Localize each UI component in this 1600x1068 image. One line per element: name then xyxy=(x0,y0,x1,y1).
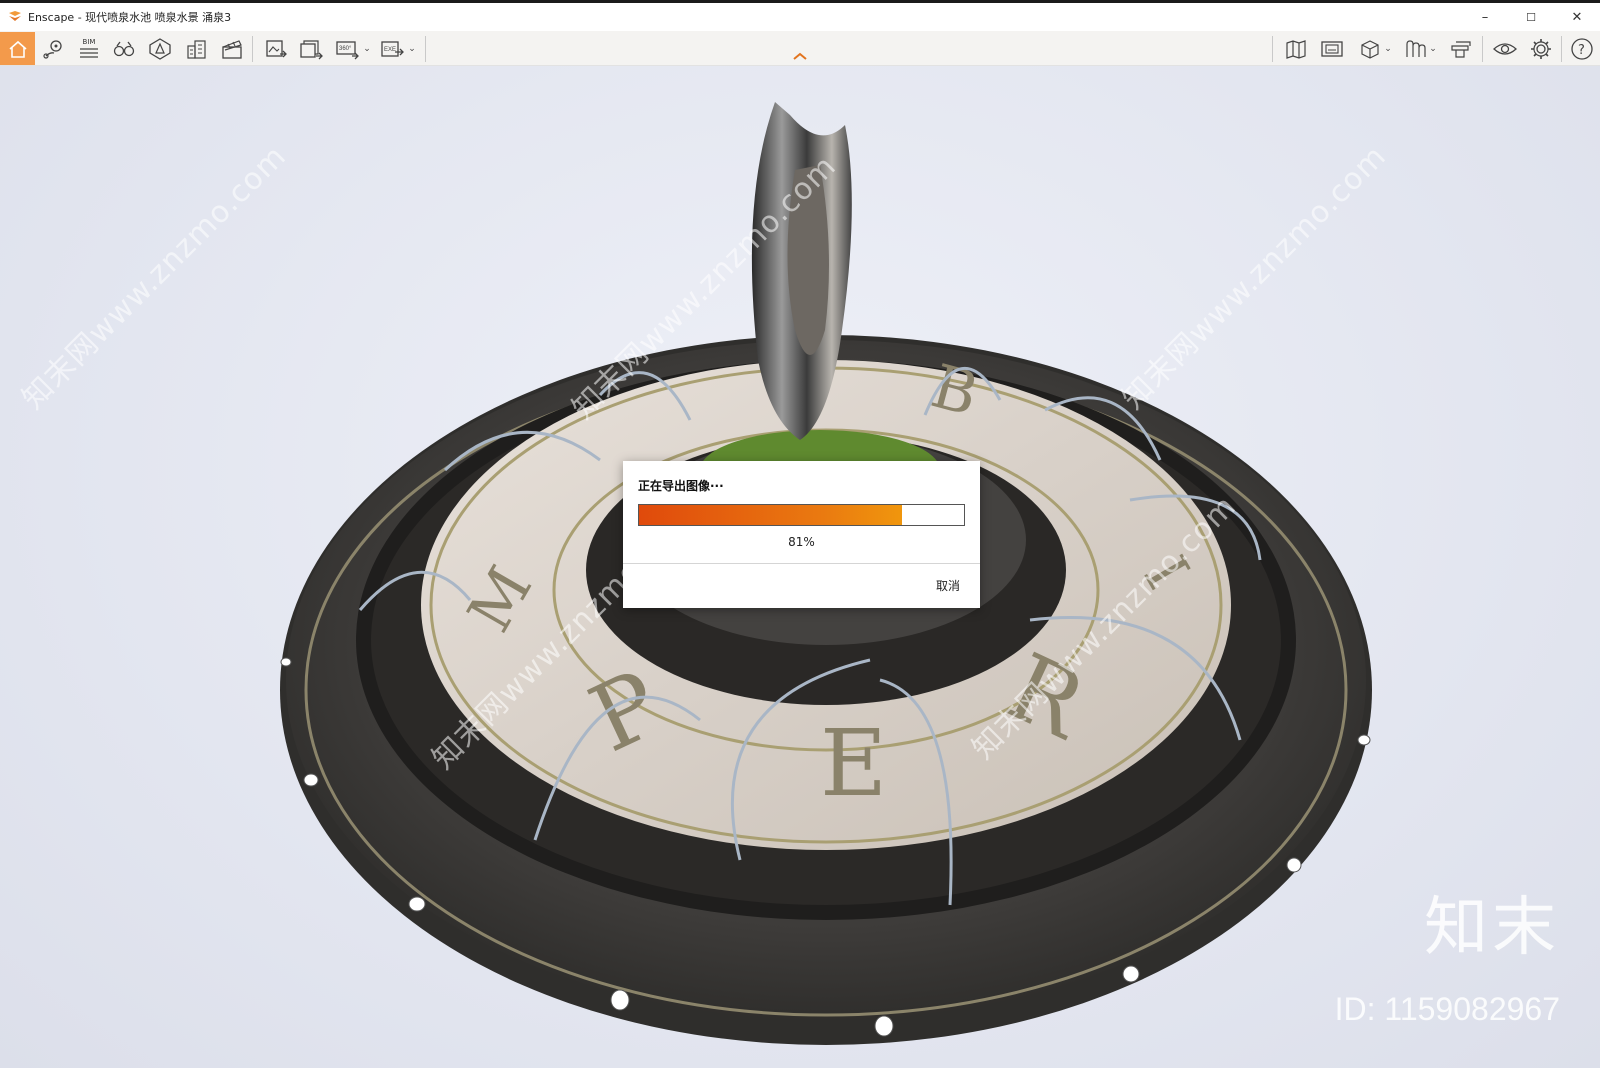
toolbar-separator xyxy=(1561,36,1562,62)
close-button[interactable]: ✕ xyxy=(1554,3,1600,31)
progress-bar xyxy=(638,504,965,526)
clapperboard-icon[interactable] xyxy=(218,32,246,65)
buildings-icon[interactable] xyxy=(183,32,211,65)
atlas-icon[interactable]: ⌄ xyxy=(1400,32,1440,65)
eye-icon[interactable] xyxy=(1490,32,1520,65)
toolbar-separator xyxy=(252,36,253,62)
maximize-button[interactable]: ☐ xyxy=(1508,3,1554,31)
dialog-title: 正在导出图像··· xyxy=(638,479,724,493)
help-icon[interactable]: ? xyxy=(1568,32,1596,65)
toolbar-separator xyxy=(1272,36,1273,62)
batch-render-icon[interactable] xyxy=(296,32,326,65)
window-title: Enscape - 现代喷泉水池 喷泉水景 涌泉3 xyxy=(28,11,232,24)
location-icon[interactable] xyxy=(40,32,68,65)
brand-watermark: 知末 xyxy=(1424,891,1560,965)
binoculars-icon[interactable] xyxy=(110,32,138,65)
svg-text:?: ? xyxy=(1578,43,1585,58)
chevron-down-icon[interactable]: ⌄ xyxy=(408,44,416,54)
id-watermark: ID: 1159082967 xyxy=(1334,991,1560,1027)
enscape-logo-icon xyxy=(9,11,21,21)
export-progress-dialog: 正在导出图像··· 81% 取消 xyxy=(623,461,980,608)
progress-percent: 81% xyxy=(788,535,815,549)
bim-label: BIM xyxy=(82,37,96,46)
chevron-down-icon[interactable]: ⌄ xyxy=(1384,44,1392,54)
map-icon[interactable] xyxy=(1282,32,1310,65)
asset-library-icon[interactable] xyxy=(145,32,175,65)
view-cube-icon[interactable]: ⌄ xyxy=(1355,32,1395,65)
title-bar: Enscape - 现代喷泉水池 喷泉水景 涌泉3 – ☐ ✕ xyxy=(0,3,1600,31)
chevron-down-icon[interactable]: ⌄ xyxy=(1429,44,1437,54)
capture-icon[interactable] xyxy=(1318,32,1346,65)
svg-text:360°: 360° xyxy=(339,46,352,52)
settings-icon[interactable] xyxy=(1527,32,1555,65)
toolbar-separator xyxy=(1482,36,1483,62)
collaboration-icon[interactable] xyxy=(1447,32,1475,65)
bim-icon[interactable]: BIM xyxy=(75,32,103,65)
toolbar-separator xyxy=(425,36,426,62)
dialog-divider xyxy=(623,563,980,564)
chevron-down-icon[interactable]: ⌄ xyxy=(363,44,371,54)
svg-text:E: E xyxy=(820,710,887,817)
svg-text:EXE: EXE xyxy=(384,47,396,53)
export-exe-icon[interactable]: EXE ⌄ xyxy=(378,32,418,65)
panorama-360-icon[interactable]: 360° ⌄ xyxy=(333,32,373,65)
render-image-icon[interactable] xyxy=(262,32,290,65)
cancel-button[interactable]: 取消 xyxy=(936,577,960,594)
minimize-button[interactable]: – xyxy=(1462,3,1508,31)
progress-fill xyxy=(639,505,903,525)
collapse-toolbar-icon[interactable] xyxy=(791,51,809,61)
home-icon[interactable] xyxy=(0,32,35,65)
